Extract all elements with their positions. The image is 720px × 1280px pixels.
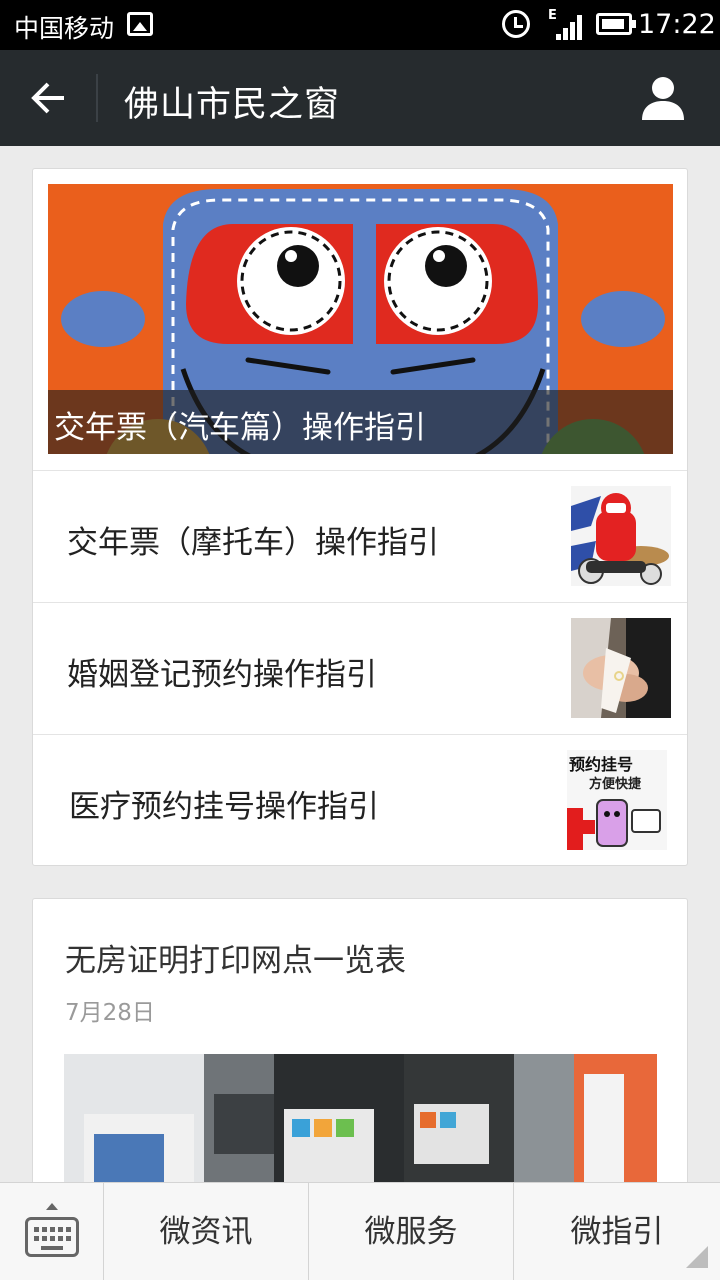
bottom-nav: 微资讯 微服务 微指引: [0, 1182, 720, 1280]
tab-services[interactable]: 微服务: [309, 1183, 514, 1280]
tab-news[interactable]: 微资讯: [104, 1183, 309, 1280]
featured-caption: 交年票（汽车篇）操作指引: [48, 390, 673, 454]
battery-icon: [596, 13, 636, 35]
article-card[interactable]: 无房证明打印网点一览表 7月28日: [32, 898, 688, 1218]
signal-icon: E: [548, 8, 584, 40]
image-notification-icon: [127, 12, 153, 36]
thumb-subline: 方便快捷: [589, 776, 642, 792]
status-bar: 中国移动 E 17:22: [0, 0, 720, 50]
keyboard-icon: [25, 1217, 79, 1257]
keyboard-toggle-button[interactable]: [0, 1183, 104, 1280]
guide-card: 交年票（汽车篇）操作指引 交年票（摩托车）操作指引 婚姻登记预约操作指引 医疗预…: [32, 168, 688, 866]
caret-up-icon: [46, 1203, 58, 1210]
submenu-indicator-icon: [686, 1246, 708, 1268]
header-divider: [96, 74, 98, 122]
list-item[interactable]: 婚姻登记预约操作指引: [33, 602, 687, 734]
carrier-name: 中国移动: [14, 14, 115, 43]
featured-title: 交年票（汽车篇）操作指引: [54, 410, 426, 446]
network-type: E: [548, 8, 557, 23]
list-item-title: 交年票（摩托车）操作指引: [67, 525, 439, 561]
page-title: 佛山市民之窗: [124, 85, 341, 125]
thumb-headline: 预约挂号: [569, 755, 633, 774]
list-item[interactable]: 医疗预约挂号操作指引 预约挂号 方便快捷: [33, 734, 687, 866]
back-arrow-icon[interactable]: [20, 70, 78, 126]
clock: 17:22: [638, 9, 716, 40]
wedding-rings-photo-thumb: [571, 618, 671, 718]
list-item[interactable]: 交年票（摩托车）操作指引: [33, 470, 687, 602]
article-title: 无房证明打印网点一览表: [65, 943, 406, 979]
profile-icon[interactable]: [638, 74, 688, 124]
alarm-icon: [502, 10, 530, 38]
list-item-title: 婚姻登记预约操作指引: [67, 657, 377, 693]
list-item-title: 医疗预约挂号操作指引: [69, 789, 379, 825]
featured-article[interactable]: 交年票（汽车篇）操作指引: [48, 184, 673, 454]
article-date: 7月28日: [65, 1000, 155, 1026]
motorcycle-cartoon-thumb: [571, 486, 671, 586]
app-header: 佛山市民之窗: [0, 50, 720, 146]
appointment-cartoon-thumb: 预约挂号 方便快捷: [567, 750, 667, 850]
